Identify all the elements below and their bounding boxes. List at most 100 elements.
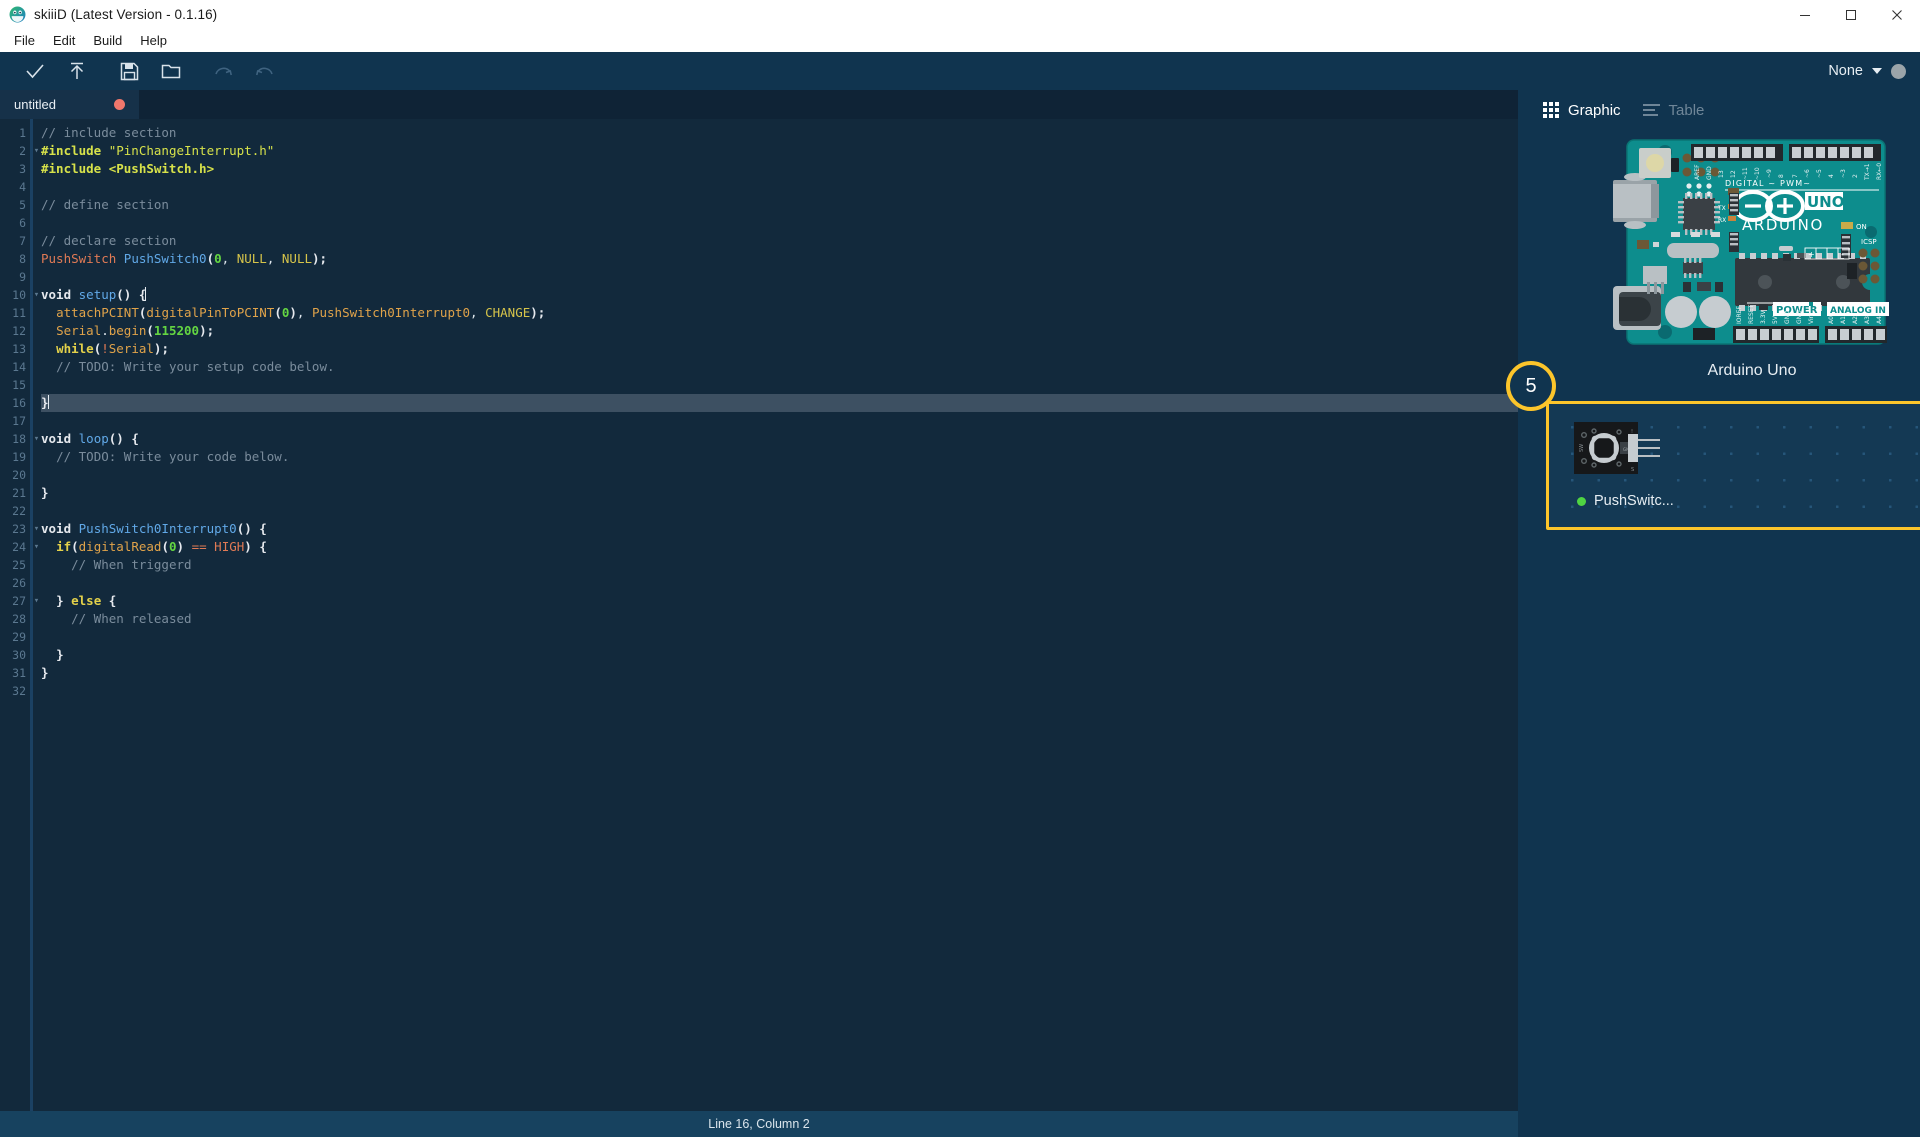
code-token: ,: [296, 305, 312, 320]
code-line[interactable]: Serial.begin(115200);: [41, 322, 1518, 340]
port-selector-label[interactable]: None: [1828, 63, 1863, 79]
code-token: }: [41, 485, 49, 500]
minimize-icon[interactable]: [1782, 0, 1828, 29]
undo-button[interactable]: [244, 52, 286, 90]
svg-text:A2: A2: [1852, 316, 1859, 324]
window-titlebar: skiiiD (Latest Version - 0.1.16): [0, 0, 1920, 29]
code-line[interactable]: [41, 466, 1518, 484]
code-line[interactable]: [41, 682, 1518, 700]
code-line[interactable]: [41, 178, 1518, 196]
chevron-down-icon[interactable]: [1872, 68, 1882, 74]
code-content[interactable]: // include section #include "PinChangeInt…: [33, 119, 1518, 1111]
code-line[interactable]: }: [41, 394, 1518, 412]
code-line[interactable]: [41, 268, 1518, 286]
svg-text:GND: GND: [1796, 310, 1803, 324]
code-line[interactable]: }: [41, 646, 1518, 664]
close-icon[interactable]: [1874, 0, 1920, 29]
code-line[interactable]: void PushSwitch0Interrupt0() {: [41, 520, 1518, 538]
code-token: ) {: [244, 539, 267, 554]
save-button[interactable]: [108, 52, 150, 90]
code-line[interactable]: if(digitalRead(0) == HIGH) {: [41, 538, 1518, 556]
code-token: "PinChangeInterrupt.h": [108, 143, 275, 158]
line-number: 18 ▾: [12, 432, 40, 446]
line-number: 24 ▾: [12, 540, 40, 554]
code-token: (: [274, 305, 282, 320]
line-number: 6: [19, 216, 26, 230]
tab-table[interactable]: Table: [1642, 102, 1704, 119]
code-token: PushSwitch0: [123, 251, 207, 266]
code-line[interactable]: }: [41, 484, 1518, 502]
code-line[interactable]: [41, 502, 1518, 520]
code-token: }: [56, 647, 64, 662]
code-line[interactable]: // When released: [41, 610, 1518, 628]
verify-button[interactable]: [14, 52, 56, 90]
line-number: 4: [19, 180, 26, 194]
svg-text:GND: GND: [1784, 310, 1791, 324]
code-line[interactable]: } else {: [41, 592, 1518, 610]
code-token: while: [56, 341, 94, 356]
line-number: 2 ▾: [19, 144, 40, 158]
code-token: // TODO: Write your code below.: [56, 449, 290, 464]
code-token: );: [530, 305, 546, 320]
code-editor[interactable]: 1 2 ▾ 3 4 5 6 7 8 9 10 ▾ 11 12 13 14 15 16 17 18 ▾ 19 20 21 22 23…: [0, 119, 1518, 1111]
code-token: );: [199, 323, 215, 338]
code-line[interactable]: // TODO: Write your code below.: [41, 448, 1518, 466]
code-token: () {: [108, 431, 139, 446]
menu-item-help[interactable]: Help: [131, 31, 176, 50]
code-line[interactable]: // When triggerd: [41, 556, 1518, 574]
code-token: 0: [214, 251, 222, 266]
component-label-row: PushSwitc...: [1577, 493, 1674, 509]
code-line[interactable]: [41, 628, 1518, 646]
menu-item-file[interactable]: File: [5, 31, 44, 50]
svg-text:5V: 5V: [1772, 315, 1779, 324]
unsaved-indicator-icon[interactable]: [114, 99, 125, 110]
maximize-icon[interactable]: [1828, 0, 1874, 29]
toolbar-divider-1: [98, 71, 108, 72]
svg-text:ON: ON: [1856, 223, 1867, 231]
editor-column: untitled 1 2 ▾ 3 4 5 6 7 8 9 10 ▾ 11 12 13 14 15 16 17 18 ▾ 1…: [0, 90, 1518, 1137]
code-token: #include <PushSwitch.h>: [41, 161, 215, 176]
code-token: NULL: [236, 251, 267, 266]
code-token: () {: [236, 521, 267, 536]
code-line[interactable]: void loop() {: [41, 430, 1518, 448]
code-line[interactable]: // TODO: Write your setup code below.: [41, 358, 1518, 376]
menu-item-build[interactable]: Build: [84, 31, 131, 50]
toolbar-right-group: None: [1828, 52, 1906, 90]
code-line[interactable]: // declare section: [41, 232, 1518, 250]
code-line[interactable]: #include "PinChangeInterrupt.h": [41, 142, 1518, 160]
open-folder-button[interactable]: [150, 52, 192, 90]
code-line[interactable]: [41, 412, 1518, 430]
code-line[interactable]: PushSwitch PushSwitch0(0, NULL, NULL);: [41, 250, 1518, 268]
text-cursor: [47, 395, 49, 409]
svg-text:Vin: Vin: [1808, 314, 1815, 324]
code-line[interactable]: void setup() {: [41, 286, 1518, 304]
upload-button[interactable]: [56, 52, 98, 90]
push-switch-module-icon[interactable]: SW GND ! S: [1574, 422, 1662, 479]
line-number: 1: [19, 126, 26, 140]
window-title: skiiiD (Latest Version - 0.1.16): [34, 7, 218, 22]
code-line[interactable]: [41, 376, 1518, 394]
line-number-gutter: 1 2 ▾ 3 4 5 6 7 8 9 10 ▾ 11 12 13 14 15 16 17 18 ▾ 19 20 21 22 23…: [0, 119, 40, 1111]
code-line[interactable]: [41, 574, 1518, 592]
code-line[interactable]: #include <PushSwitch.h>: [41, 160, 1518, 178]
redo-button[interactable]: [202, 52, 244, 90]
editor-tab-untitled[interactable]: untitled: [0, 90, 139, 119]
code-line[interactable]: // define section: [41, 196, 1518, 214]
code-line[interactable]: attachPCINT(digitalPinToPCINT(0), PushSw…: [41, 304, 1518, 322]
component-card-pushswitch[interactable]: SW GND ! S PushSwitc...: [1546, 401, 1920, 530]
component-name-label: PushSwitc...: [1594, 493, 1674, 509]
code-line[interactable]: [41, 214, 1518, 232]
code-line[interactable]: }: [41, 664, 1518, 682]
code-line[interactable]: while(!Serial);: [41, 340, 1518, 358]
editor-statusbar: Line 16, Column 2: [0, 1111, 1518, 1137]
tab-graphic[interactable]: Graphic: [1543, 102, 1621, 119]
code-line[interactable]: // include section: [41, 124, 1518, 142]
menu-item-edit[interactable]: Edit: [44, 31, 84, 50]
svg-text:ANALOG IN: ANALOG IN: [1830, 306, 1886, 316]
arduino-uno-board-icon[interactable]: AREF GND 13 12 ~11 ~10 ~9 8 7 ~6 ~5 4 ~3…: [1613, 136, 1891, 348]
